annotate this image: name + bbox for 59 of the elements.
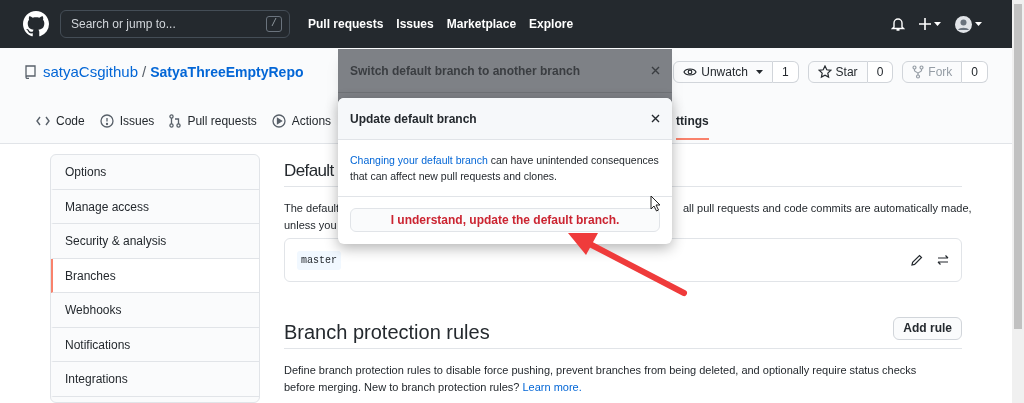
- description-text: all pull requests and code commits are automatically made,: [683, 201, 972, 216]
- nav-link[interactable]: Marketplace: [446, 15, 517, 33]
- menu-item[interactable]: Webhooks: [51, 293, 259, 328]
- menu-item[interactable]: Integrations: [51, 362, 259, 397]
- caret-icon: [755, 70, 763, 74]
- owner-link[interactable]: satyaCsgithub: [43, 60, 139, 84]
- pull-request-icon: [169, 114, 182, 128]
- add-rule-button[interactable]: Add rule: [893, 316, 962, 340]
- repo-tab[interactable]: Issues: [99, 104, 155, 140]
- mouse-cursor-icon: [650, 195, 661, 212]
- dialog-message: Changing your default branch can have unintended consequences that can affect new pull requests and clones.: [338, 140, 672, 197]
- switch-arrows-icon[interactable]: [937, 254, 949, 266]
- caret-icon: [975, 22, 982, 26]
- close-icon[interactable]: [651, 114, 660, 123]
- path-separator: /: [142, 61, 147, 82]
- repo-tab[interactable]: Pull requests: [169, 104, 257, 140]
- repo-tab[interactable]: ttings: [676, 104, 709, 140]
- star-button[interactable]: Star: [807, 61, 868, 83]
- shortcut-key: /: [266, 16, 282, 32]
- play-icon: [271, 114, 286, 128]
- watch-button[interactable]: Unwatch: [673, 61, 773, 83]
- fork-icon: [912, 65, 925, 79]
- plus-icon: [919, 18, 931, 30]
- default-branch-link[interactable]: Changing your default branch: [350, 154, 488, 166]
- eye-icon: [683, 67, 698, 77]
- description-text: Define branch protection rules to disable force pushing, prevent branches from being deleted, and optionally require status checks before merging. New to branch protection rules? Learn more.: [284, 363, 918, 395]
- code-icon: [36, 115, 50, 127]
- bell-icon[interactable]: [891, 16, 905, 32]
- repo-tab[interactable]: Actions: [271, 104, 332, 140]
- repo-name-link[interactable]: SatyaThreeEmptyRepo: [150, 61, 304, 83]
- repo-tab[interactable]: Code: [36, 104, 85, 140]
- menu-item[interactable]: Options: [51, 155, 259, 190]
- menu-item[interactable]: Security & analysis: [51, 224, 259, 259]
- confirm-update-button[interactable]: I understand, update the default branch.: [350, 208, 660, 232]
- pencil-icon[interactable]: [911, 254, 923, 266]
- repo-icon: [24, 65, 36, 79]
- nav-link[interactable]: Explore: [529, 15, 574, 33]
- section-heading: Branch protection rules: [284, 320, 490, 345]
- issue-icon: [99, 114, 114, 128]
- learn-more-link[interactable]: Learn more.: [522, 381, 582, 393]
- menu-item[interactable]: Manage access: [51, 189, 259, 224]
- star-icon: [817, 65, 832, 79]
- count-link[interactable]: 1: [772, 61, 799, 83]
- description-text: unless you: [284, 218, 337, 233]
- dialog-title: Switch default branch to another branch: [350, 62, 581, 80]
- branch-name: master: [297, 250, 341, 270]
- avatar-icon: [955, 15, 972, 33]
- dialog-title: Update default branch: [350, 110, 477, 128]
- octocat-logo-icon[interactable]: [23, 11, 49, 37]
- caret-icon: [934, 22, 941, 26]
- description-text: The default: [284, 201, 340, 216]
- avatar-menu[interactable]: [955, 15, 982, 33]
- section-heading: Default: [284, 160, 334, 182]
- nav-link[interactable]: Pull requests: [308, 15, 384, 33]
- menu-item[interactable]: Notifications: [51, 327, 259, 362]
- create-menu[interactable]: [919, 18, 941, 30]
- menu-item[interactable]: Branches: [51, 258, 259, 293]
- nav-link[interactable]: Issues: [396, 15, 434, 33]
- count-link[interactable]: 0: [867, 61, 894, 83]
